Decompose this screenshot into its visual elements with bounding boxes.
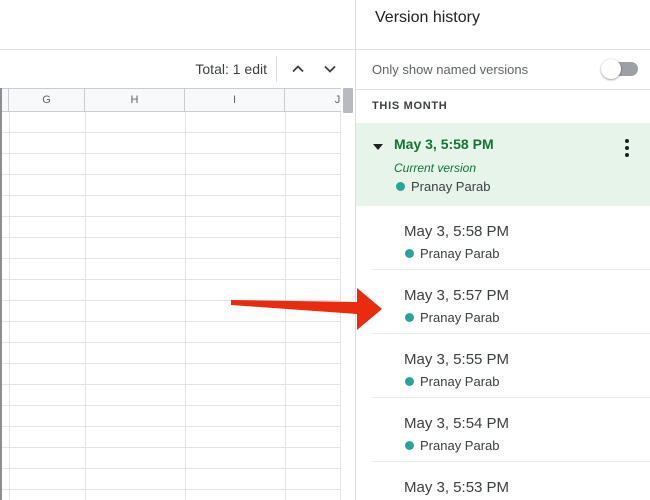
version-timestamp[interactable]: May 3, 5:58 PM — [404, 223, 509, 240]
version-author-name: Pranay Parab — [420, 310, 500, 325]
grid-left-edge-line — [0, 88, 2, 500]
column-header-h[interactable]: H — [85, 89, 185, 111]
version-entry[interactable]: May 3, 5:58 PM Pranay Parab — [356, 215, 650, 279]
chevron-down-icon — [323, 65, 337, 73]
panel-title: Version history — [375, 9, 480, 27]
version-author-row: Pranay Parab — [405, 374, 500, 389]
column-header-j[interactable]: J — [285, 89, 341, 111]
version-divider — [372, 333, 650, 334]
author-dot-icon — [405, 313, 414, 322]
version-timestamp[interactable]: May 3, 5:57 PM — [404, 287, 509, 304]
version-author-name: Pranay Parab — [420, 438, 500, 453]
spreadsheet-area: Total: 1 edit G H I J — [0, 0, 355, 500]
version-entry[interactable]: May 3, 5:55 PM Pranay Parab — [356, 343, 650, 407]
named-versions-toggle-row: Only show named versions — [372, 49, 638, 89]
author-dot-icon — [396, 182, 405, 191]
column-header-row: G H I J — [0, 88, 341, 112]
chevron-up-icon — [291, 65, 305, 73]
current-version-author-name: Pranay Parab — [411, 179, 491, 194]
author-dot-icon — [405, 249, 414, 258]
version-timestamp[interactable]: May 3, 5:55 PM — [404, 351, 509, 368]
author-dot-icon — [405, 441, 414, 450]
edit-navigation-toolbar: Total: 1 edit — [0, 50, 355, 88]
version-divider — [372, 269, 650, 270]
grid-column-line — [9, 112, 10, 500]
toggle-thumb — [601, 59, 621, 79]
author-dot-icon — [405, 377, 414, 386]
version-timestamp[interactable]: May 3, 5:54 PM — [404, 415, 509, 432]
kebab-menu-icon[interactable] — [618, 138, 636, 158]
triangle-down-icon[interactable] — [373, 144, 383, 150]
version-entry[interactable]: May 3, 5:53 PM — [356, 471, 650, 500]
column-header-i[interactable]: I — [185, 89, 285, 111]
current-version-label: Current version — [394, 161, 476, 175]
version-history-panel: Version history Only show named versions… — [355, 0, 650, 500]
version-author-name: Pranay Parab — [420, 246, 500, 261]
version-divider — [372, 397, 650, 398]
grid-column-line — [85, 112, 86, 500]
grid-right-edge-line — [340, 112, 341, 500]
toolbar-divider — [276, 56, 277, 82]
named-versions-toggle-label: Only show named versions — [372, 62, 528, 77]
version-entry[interactable]: May 3, 5:54 PM Pranay Parab — [356, 407, 650, 471]
next-edit-button[interactable] — [318, 57, 342, 81]
previous-edit-button[interactable] — [286, 57, 310, 81]
current-version-author-row: Pranay Parab — [396, 179, 491, 194]
version-author-row: Pranay Parab — [405, 438, 500, 453]
version-timestamp[interactable]: May 3, 5:53 PM — [404, 479, 509, 496]
total-edits-label: Total: 1 edit — [195, 61, 267, 77]
panel-divider — [356, 89, 650, 90]
vertical-scrollbar[interactable] — [342, 88, 355, 500]
grid-column-line — [285, 112, 286, 500]
version-author-name: Pranay Parab — [420, 374, 500, 389]
current-version-entry[interactable]: May 3, 5:58 PM Current version Pranay Pa… — [356, 123, 650, 206]
grid-column-line — [185, 112, 186, 500]
column-header-g[interactable]: G — [9, 89, 85, 111]
version-divider — [372, 461, 650, 462]
named-versions-toggle[interactable] — [601, 59, 638, 79]
section-header-this-month: THIS MONTH — [372, 100, 447, 112]
spreadsheet-grid[interactable] — [0, 112, 341, 500]
version-history-screen: Total: 1 edit G H I J — [0, 0, 650, 500]
version-entry[interactable]: May 3, 5:57 PM Pranay Parab — [356, 279, 650, 343]
version-author-row: Pranay Parab — [405, 310, 500, 325]
current-version-timestamp[interactable]: May 3, 5:58 PM — [394, 136, 494, 152]
version-author-row: Pranay Parab — [405, 246, 500, 261]
scrollbar-thumb[interactable] — [343, 88, 353, 113]
